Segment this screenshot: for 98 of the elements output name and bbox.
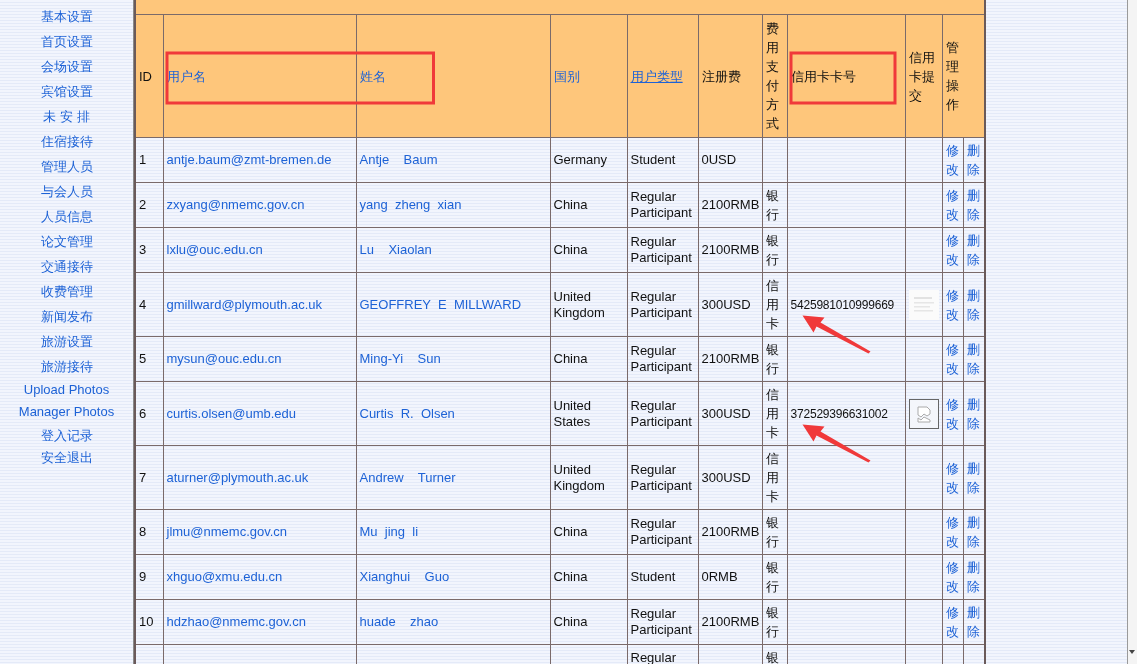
name-link[interactable]: huade zhao (359, 614, 439, 630)
fee-text: 300USD (701, 405, 751, 422)
sidebar-link[interactable]: 旅游设置 (40, 329, 93, 354)
fee-text: 2100RMB (701, 351, 760, 367)
name-link[interactable]: Ming-Yi Sun (359, 351, 441, 367)
payment-method-text: 银行 (765, 514, 779, 551)
user-type-text: Regular Participant (630, 189, 693, 221)
row-id: 9 (139, 569, 147, 585)
sidebar-link[interactable]: 会场设置 (40, 54, 93, 79)
sidebar-link[interactable]: Upload Photos (23, 379, 110, 401)
row-id: 10 (139, 614, 154, 630)
user-type-text: Regular Participant (630, 606, 693, 638)
fee-text: 300USD (701, 296, 751, 313)
sidebar-link[interactable]: 交通接待 (40, 254, 93, 279)
country-text: China (553, 569, 588, 585)
user-type-text: Student (630, 152, 676, 168)
scrollbar[interactable] (1127, 0, 1137, 664)
sidebar-link[interactable]: Manager Photos (18, 401, 115, 423)
column-header: ID (139, 68, 152, 84)
payment-method-text: 银行 (765, 187, 779, 224)
card-number-text: 372529396631002 (790, 405, 888, 422)
row-id: 6 (139, 405, 147, 422)
name-link[interactable]: Curtis R. Olsen (359, 405, 455, 422)
country-text: China (553, 614, 588, 630)
row-id: 2 (139, 197, 147, 213)
column-header: 信用卡卡号 (790, 68, 856, 84)
user-type-text: Regular Participant (630, 288, 693, 321)
user-type-text: Regular Participant (630, 397, 693, 430)
country-text: China (553, 242, 588, 258)
document-thumbnail-icon[interactable] (908, 289, 939, 320)
column-header: 管理操作 (945, 39, 965, 114)
sidebar-link[interactable]: 收费管理 (40, 279, 93, 304)
column-header: 信用卡提交 (908, 49, 935, 103)
name-link[interactable]: Antje Baum (359, 152, 438, 168)
user-type-text: Regular Participant (630, 461, 693, 494)
name-link[interactable]: yang zheng xian (359, 197, 462, 213)
fee-text: 0RMB (701, 569, 738, 585)
username-link[interactable]: curtis.olsen@umb.edu (166, 405, 297, 422)
sidebar-link[interactable]: 住宿接待 (40, 129, 93, 154)
country-text: China (553, 351, 588, 367)
sidebar-link[interactable]: 安全退出 (40, 447, 93, 469)
column-header: 费用支付方式 (765, 20, 779, 133)
user-type-text: Regular Participant (630, 234, 693, 266)
payment-method-text: 银行 (765, 559, 779, 596)
fee-text: 0USD (701, 152, 737, 168)
payment-method-text: 信用卡 (765, 277, 779, 333)
name-link[interactable]: Xianghui Guo (359, 569, 450, 585)
fee-text: 2100RMB (701, 614, 760, 630)
column-header[interactable]: 国别 (553, 68, 580, 84)
country-text: United States (553, 397, 593, 430)
fee-text: 2100RMB (701, 197, 760, 213)
column-header: 注册费 (701, 68, 741, 84)
name-link[interactable]: Mu jing li (359, 524, 419, 540)
fee-text: 300USD (701, 469, 751, 486)
country-text: United Kingdom (553, 288, 606, 321)
user-type-text: Regular Participant (630, 516, 693, 548)
username-link[interactable]: lxlu@ouc.edu.cn (166, 242, 263, 258)
sidebar-link[interactable]: 论文管理 (40, 229, 93, 254)
country-text: Germany (553, 152, 607, 168)
scroll-down-icon[interactable] (1128, 648, 1136, 656)
user-type-text: Regular Participant (630, 343, 693, 375)
row-id: 3 (139, 242, 147, 258)
country-text: United Kingdom (553, 461, 606, 494)
row-id: 4 (139, 296, 147, 313)
sidebar-link[interactable]: 未 安 排 (43, 104, 90, 129)
payment-method-text: 信用卡 (765, 386, 779, 442)
column-header[interactable]: 用户名 (166, 68, 206, 84)
name-link[interactable]: Lu Xiaolan (359, 242, 432, 258)
fee-text: 2100RMB (701, 242, 760, 258)
sidebar-link[interactable]: 管理人员 (40, 154, 93, 179)
row-id: 8 (139, 524, 147, 540)
row-id: 1 (139, 152, 147, 168)
card-number-text: 5425981010999669 (790, 296, 895, 313)
payment-method-text: 银行 (765, 604, 779, 641)
country-text: China (553, 197, 588, 213)
user-type-text: Regular (630, 649, 677, 664)
row-id: 7 (139, 469, 147, 486)
sidebar-link[interactable]: 基本设置 (40, 4, 93, 29)
column-header[interactable]: 姓名 (359, 68, 386, 84)
broken-image-icon[interactable] (908, 398, 939, 429)
sidebar-link[interactable]: 旅游接待 (40, 354, 93, 379)
sidebar-link[interactable]: 人员信息 (40, 204, 93, 229)
fee-text: 2100RMB (701, 524, 760, 540)
sidebar-link[interactable]: 与会人员 (40, 179, 93, 204)
sidebar-link[interactable]: 宾馆设置 (40, 79, 93, 104)
row-id: 5 (139, 351, 147, 367)
sidebar-link[interactable]: 新闻发布 (40, 304, 93, 329)
payment-method-text: 银行 (765, 232, 779, 269)
name-link[interactable]: Andrew Turner (359, 469, 456, 486)
sidebar-link[interactable]: 首页设置 (40, 29, 93, 54)
payment-method-text: 银 (765, 649, 779, 664)
username-link[interactable]: aturner@plymouth.ac.uk (166, 469, 309, 486)
payment-method-text: 银行 (765, 341, 779, 378)
payment-method-text: 信用卡 (765, 450, 779, 506)
country-text: China (553, 524, 588, 540)
user-type-text: Student (630, 569, 676, 585)
sidebar-link[interactable]: 登入记录 (40, 425, 93, 447)
column-header[interactable]: 用户类型 (630, 68, 683, 84)
